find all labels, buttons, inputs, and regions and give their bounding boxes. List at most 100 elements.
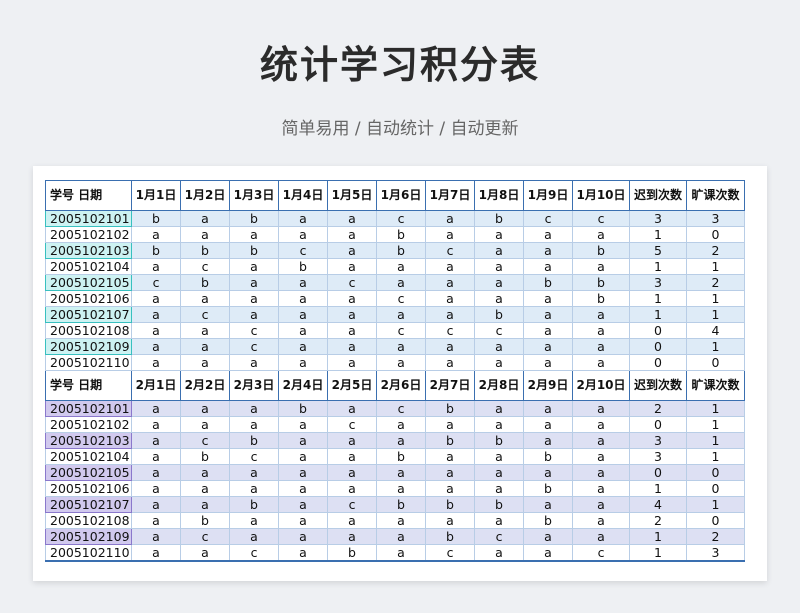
- table-cell[interactable]: 1: [629, 544, 687, 562]
- table-cell[interactable]: 0: [629, 354, 687, 371]
- table-cell[interactable]: a: [229, 528, 279, 545]
- table-cell[interactable]: a: [376, 416, 426, 433]
- table-cell[interactable]: a: [278, 210, 328, 227]
- table-cell[interactable]: b: [131, 242, 181, 259]
- table-cell[interactable]: a: [474, 480, 524, 497]
- table-cell[interactable]: b: [425, 496, 475, 513]
- table-cell[interactable]: a: [229, 354, 279, 371]
- table-cell[interactable]: a: [278, 338, 328, 355]
- table-cell[interactable]: 1: [629, 226, 687, 243]
- table-cell[interactable]: a: [229, 258, 279, 275]
- table-cell[interactable]: a: [131, 306, 181, 323]
- table-cell[interactable]: a: [572, 306, 630, 323]
- table-cell[interactable]: a: [572, 512, 630, 529]
- table-cell[interactable]: c: [229, 322, 279, 339]
- table-cell[interactable]: b: [523, 448, 573, 465]
- table-cell[interactable]: c: [376, 400, 426, 417]
- table-cell[interactable]: a: [180, 400, 230, 417]
- table-cell[interactable]: a: [278, 290, 328, 307]
- table-cell[interactable]: b: [572, 274, 630, 291]
- table-cell[interactable]: a: [180, 544, 230, 562]
- table-cell[interactable]: a: [278, 464, 328, 481]
- table-cell[interactable]: a: [327, 480, 377, 497]
- table-cell[interactable]: c: [425, 242, 475, 259]
- table-cell[interactable]: b: [376, 448, 426, 465]
- table-cell[interactable]: a: [327, 322, 377, 339]
- table-cell[interactable]: 5: [629, 242, 687, 259]
- table-cell[interactable]: a: [572, 464, 630, 481]
- table-cell[interactable]: a: [180, 290, 230, 307]
- table-cell[interactable]: b: [425, 432, 475, 449]
- table-cell[interactable]: b: [229, 242, 279, 259]
- table-cell[interactable]: a: [425, 306, 475, 323]
- table-cell[interactable]: b: [180, 274, 230, 291]
- table-cell[interactable]: b: [131, 210, 181, 227]
- table-cell[interactable]: a: [425, 258, 475, 275]
- table-cell[interactable]: 2: [686, 242, 745, 259]
- table-cell[interactable]: a: [327, 528, 377, 545]
- table-cell[interactable]: b: [327, 544, 377, 562]
- table-cell[interactable]: a: [523, 242, 573, 259]
- table-cell[interactable]: b: [376, 226, 426, 243]
- table-cell[interactable]: a: [523, 544, 573, 562]
- table-cell[interactable]: a: [131, 416, 181, 433]
- table-cell[interactable]: 2: [686, 528, 745, 545]
- table-cell[interactable]: b: [180, 242, 230, 259]
- table-cell[interactable]: a: [572, 432, 630, 449]
- table-cell[interactable]: a: [180, 480, 230, 497]
- table-cell[interactable]: a: [523, 338, 573, 355]
- table-cell[interactable]: a: [278, 496, 328, 513]
- table-cell[interactable]: 3: [686, 210, 745, 227]
- table-cell[interactable]: a: [278, 274, 328, 291]
- table-cell[interactable]: a: [523, 432, 573, 449]
- table-cell[interactable]: a: [425, 480, 475, 497]
- table-cell[interactable]: b: [425, 528, 475, 545]
- table-cell[interactable]: b: [229, 210, 279, 227]
- table-cell[interactable]: a: [572, 354, 630, 371]
- table-cell[interactable]: a: [229, 464, 279, 481]
- table-cell[interactable]: a: [376, 258, 426, 275]
- table-cell[interactable]: c: [327, 274, 377, 291]
- table-cell[interactable]: 1: [686, 338, 745, 355]
- student-id-cell[interactable]: 2005102105: [45, 464, 132, 481]
- table-cell[interactable]: c: [180, 432, 230, 449]
- table-cell[interactable]: b: [572, 242, 630, 259]
- table-cell[interactable]: a: [327, 512, 377, 529]
- table-cell[interactable]: a: [376, 528, 426, 545]
- table-cell[interactable]: a: [523, 496, 573, 513]
- table-cell[interactable]: a: [474, 544, 524, 562]
- table-cell[interactable]: c: [180, 306, 230, 323]
- table-cell[interactable]: a: [376, 544, 426, 562]
- table-cell[interactable]: b: [376, 496, 426, 513]
- table-cell[interactable]: 1: [629, 306, 687, 323]
- table-cell[interactable]: a: [376, 306, 426, 323]
- student-id-cell[interactable]: 2005102102: [45, 226, 132, 243]
- table-cell[interactable]: 2: [629, 512, 687, 529]
- table-cell[interactable]: c: [474, 528, 524, 545]
- table-cell[interactable]: 1: [686, 416, 745, 433]
- table-cell[interactable]: a: [131, 400, 181, 417]
- table-cell[interactable]: a: [572, 528, 630, 545]
- table-cell[interactable]: a: [278, 354, 328, 371]
- table-cell[interactable]: 0: [686, 226, 745, 243]
- student-id-cell[interactable]: 2005102104: [45, 448, 132, 465]
- table-cell[interactable]: c: [376, 210, 426, 227]
- table-cell[interactable]: b: [523, 512, 573, 529]
- table-cell[interactable]: 0: [629, 464, 687, 481]
- table-cell[interactable]: c: [572, 210, 630, 227]
- table-cell[interactable]: a: [425, 354, 475, 371]
- table-cell[interactable]: a: [523, 290, 573, 307]
- table-cell[interactable]: a: [523, 416, 573, 433]
- table-cell[interactable]: a: [474, 242, 524, 259]
- table-cell[interactable]: 0: [629, 322, 687, 339]
- table-cell[interactable]: a: [425, 274, 475, 291]
- table-cell[interactable]: b: [474, 210, 524, 227]
- table-cell[interactable]: a: [327, 290, 377, 307]
- table-cell[interactable]: a: [180, 416, 230, 433]
- student-id-cell[interactable]: 2005102108: [45, 512, 132, 529]
- table-cell[interactable]: a: [376, 432, 426, 449]
- table-cell[interactable]: a: [572, 226, 630, 243]
- table-cell[interactable]: a: [523, 528, 573, 545]
- table-cell[interactable]: a: [278, 512, 328, 529]
- student-id-cell[interactable]: 2005102108: [45, 322, 132, 339]
